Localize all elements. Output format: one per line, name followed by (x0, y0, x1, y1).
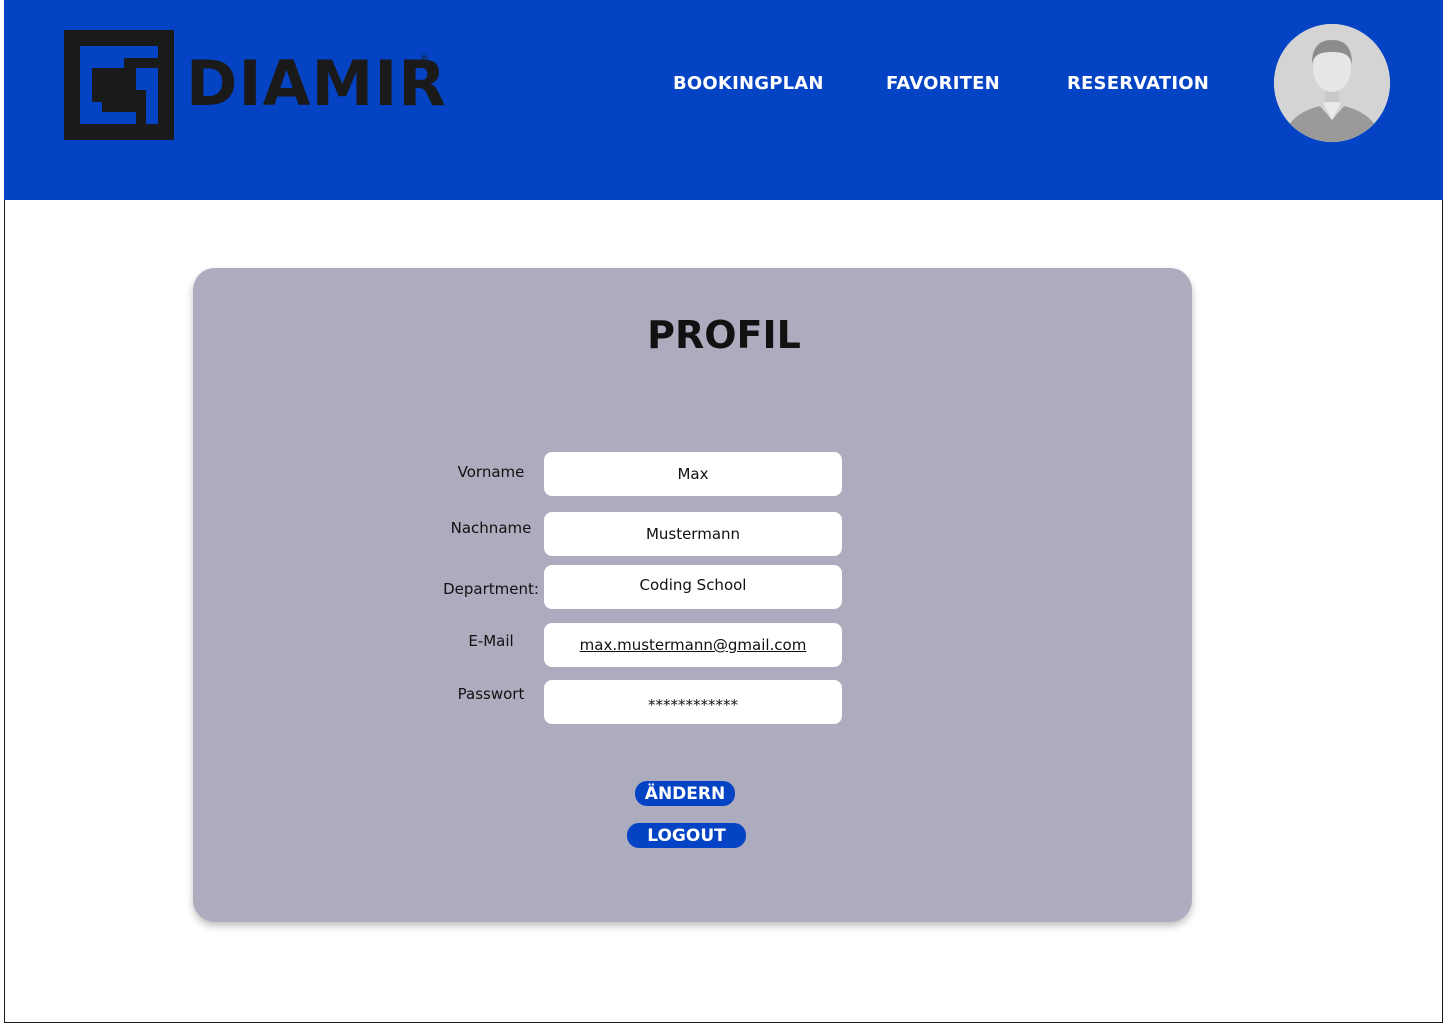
change-button[interactable]: ÄNDERN (635, 781, 735, 806)
nav-bookingplan-link[interactable]: BOOKINGPLAN (673, 73, 824, 95)
brand-name: DIAMIR (186, 47, 448, 120)
department-field[interactable] (544, 565, 842, 609)
brand-logo[interactable]: DIAMIR ® (64, 30, 446, 140)
passwort-label: Passwort (457, 685, 525, 703)
top-header: DIAMIR ® BOOKINGPLAN FAVORITEN RESERVATI… (4, 0, 1443, 200)
department-label: Department: (443, 580, 539, 598)
user-silhouette-icon (1274, 24, 1390, 142)
nav-reservation-link[interactable]: RESERVATION (1067, 73, 1209, 95)
vorname-field[interactable] (544, 452, 842, 496)
registered-mark: ® (420, 54, 429, 64)
nachname-field[interactable] (544, 512, 842, 556)
nav-favoriten-link[interactable]: FAVORITEN (886, 73, 1000, 95)
diamir-logo-mark-icon (64, 30, 174, 140)
password-field[interactable] (544, 680, 842, 724)
logout-button[interactable]: LOGOUT (627, 823, 746, 848)
page-title: PROFIL (647, 313, 801, 357)
user-avatar[interactable] (1274, 24, 1390, 142)
email-label: E-Mail (468, 632, 514, 650)
email-field[interactable] (544, 623, 842, 667)
vorname-label: Vorname (457, 463, 525, 481)
nachname-label: Nachname (450, 519, 532, 537)
